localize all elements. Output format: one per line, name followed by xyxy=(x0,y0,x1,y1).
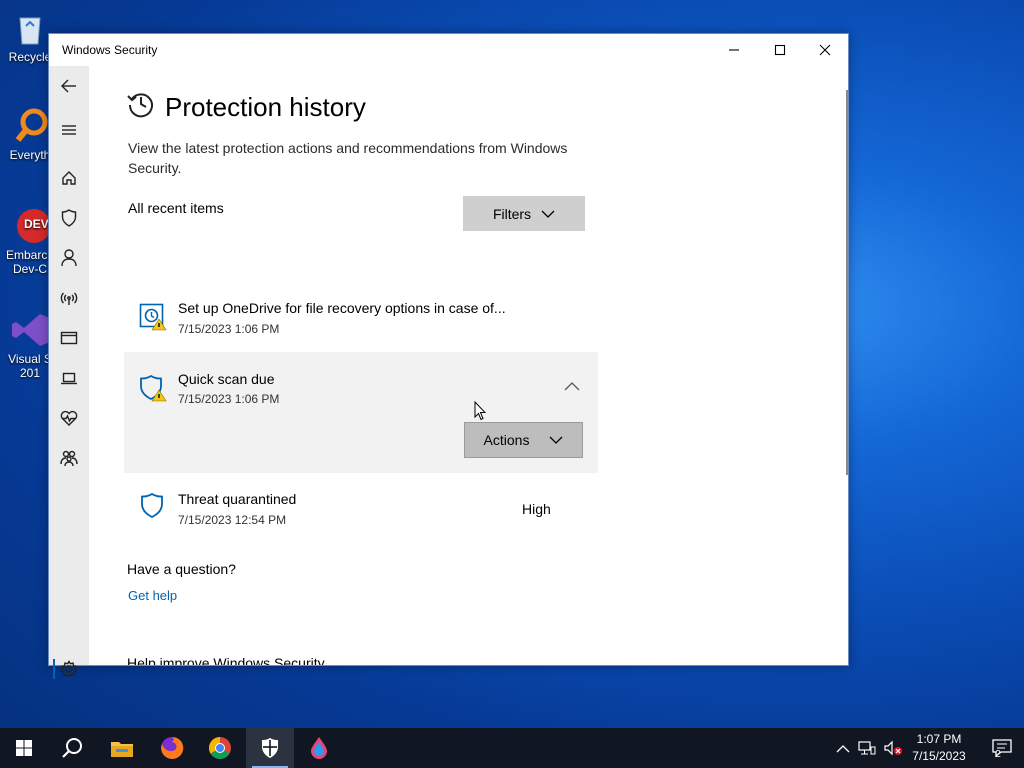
taskbar-firefox[interactable] xyxy=(148,728,196,768)
everything-search-icon xyxy=(10,106,50,146)
severity-label: High xyxy=(522,501,551,517)
actions-button[interactable]: Actions xyxy=(464,422,583,458)
filters-button[interactable]: Filters xyxy=(463,196,585,231)
back-button[interactable] xyxy=(49,68,89,104)
page-description: View the latest protection actions and r… xyxy=(128,140,568,176)
nav-account-protection[interactable] xyxy=(49,240,89,276)
shield-warning-icon xyxy=(139,374,167,407)
history-icon xyxy=(127,90,155,123)
close-icon xyxy=(819,44,831,56)
history-item[interactable]: Set up OneDrive for file recovery option… xyxy=(124,288,598,348)
history-item-date: 7/15/2023 1:06 PM xyxy=(178,392,280,406)
notification-count-badge: 2 xyxy=(995,749,1001,760)
help-question-heading: Have a question? xyxy=(127,561,236,577)
dev-cpp-icon: DEV xyxy=(10,206,51,246)
history-item-title: Set up OneDrive for file recovery option… xyxy=(178,300,506,316)
minimize-icon xyxy=(729,49,739,51)
nav-family-options[interactable] xyxy=(49,440,89,476)
nav-app-browser-control[interactable] xyxy=(49,320,89,356)
maximize-button[interactable] xyxy=(757,34,803,66)
system-tray xyxy=(836,728,904,768)
browser-window-icon xyxy=(60,331,78,345)
nav-firewall[interactable] xyxy=(49,280,89,316)
history-item[interactable]: Threat quarantined 7/15/2023 12:54 PM Hi… xyxy=(124,478,598,538)
window-title: Windows Security xyxy=(62,43,158,57)
recycle-bin-icon xyxy=(10,8,50,48)
filter-label: All recent items xyxy=(128,200,224,216)
scrollbar[interactable] xyxy=(844,82,848,475)
history-item-date: 7/15/2023 1:06 PM xyxy=(178,322,280,336)
improve-heading: Help improve Windows Security xyxy=(127,655,325,665)
main-content: Protection history View the latest prote… xyxy=(89,66,848,665)
get-help-link[interactable]: Get help xyxy=(128,588,177,603)
minimize-button[interactable] xyxy=(711,34,757,66)
maximize-icon xyxy=(774,44,786,56)
history-item-title: Quick scan due xyxy=(178,371,275,387)
back-arrow-icon xyxy=(61,79,76,93)
paint-icon xyxy=(311,737,327,759)
scrollbar-thumb[interactable] xyxy=(846,90,848,475)
taskbar-clock[interactable]: 1:07 PM 7/15/2023 xyxy=(896,731,982,765)
start-icon xyxy=(16,740,32,756)
actions-button-label: Actions xyxy=(483,432,530,448)
person-icon xyxy=(61,249,77,267)
shield-icon xyxy=(61,209,77,227)
filters-button-label: Filters xyxy=(492,205,532,222)
nav-device-performance[interactable] xyxy=(49,400,89,436)
laptop-icon xyxy=(61,372,77,385)
title-bar[interactable]: Windows Security xyxy=(49,34,848,66)
svg-text:DEV: DEV xyxy=(24,217,49,231)
nav-device-security[interactable] xyxy=(49,360,89,396)
windows-security-window: Windows Security Protection history View… xyxy=(48,33,849,679)
side-navigation xyxy=(49,66,89,679)
firefox-icon xyxy=(161,736,184,759)
menu-button[interactable] xyxy=(49,112,89,148)
taskbar-file-explorer[interactable] xyxy=(98,728,146,768)
home-icon xyxy=(62,171,76,185)
mouse-cursor-icon xyxy=(474,400,487,426)
chevron-down-icon xyxy=(549,436,563,444)
taskbar-paint[interactable] xyxy=(295,728,343,768)
chevron-up-icon[interactable] xyxy=(836,743,850,753)
start-button[interactable] xyxy=(0,728,48,768)
nav-home[interactable] xyxy=(49,160,89,196)
history-item-title: Threat quarantined xyxy=(178,491,297,507)
search-button[interactable] xyxy=(48,728,96,768)
nav-virus-protection[interactable] xyxy=(49,200,89,236)
search-icon xyxy=(62,738,82,758)
clock-time: 1:07 PM xyxy=(916,732,962,746)
clock-date: 7/15/2023 xyxy=(912,749,966,763)
hamburger-icon xyxy=(62,125,76,135)
close-button[interactable] xyxy=(802,34,848,66)
family-icon xyxy=(60,450,78,466)
network-icon[interactable] xyxy=(858,740,876,756)
file-explorer-icon xyxy=(111,742,133,757)
windows-security-icon xyxy=(262,738,278,758)
taskbar-windows-security[interactable] xyxy=(246,728,294,768)
chevron-up-icon xyxy=(564,382,580,391)
gear-icon xyxy=(60,660,78,678)
page-title: Protection history xyxy=(165,92,366,122)
taskbar: 1:07 PM 7/15/2023 2 xyxy=(0,728,1024,768)
wireless-icon xyxy=(60,292,78,305)
taskbar-chrome[interactable] xyxy=(196,728,244,768)
shield-icon xyxy=(139,492,167,525)
collapse-button[interactable] xyxy=(564,378,580,396)
onedrive-warning-icon xyxy=(139,303,167,336)
chrome-icon xyxy=(209,737,231,759)
history-item-date: 7/15/2023 12:54 PM xyxy=(178,513,287,527)
heart-pulse-icon xyxy=(60,410,78,426)
chevron-down-icon xyxy=(541,210,555,218)
history-item-expanded[interactable]: Quick scan due 7/15/2023 1:06 PM Actions xyxy=(124,352,598,473)
nav-settings[interactable] xyxy=(49,651,89,687)
visual-studio-icon xyxy=(10,310,50,350)
